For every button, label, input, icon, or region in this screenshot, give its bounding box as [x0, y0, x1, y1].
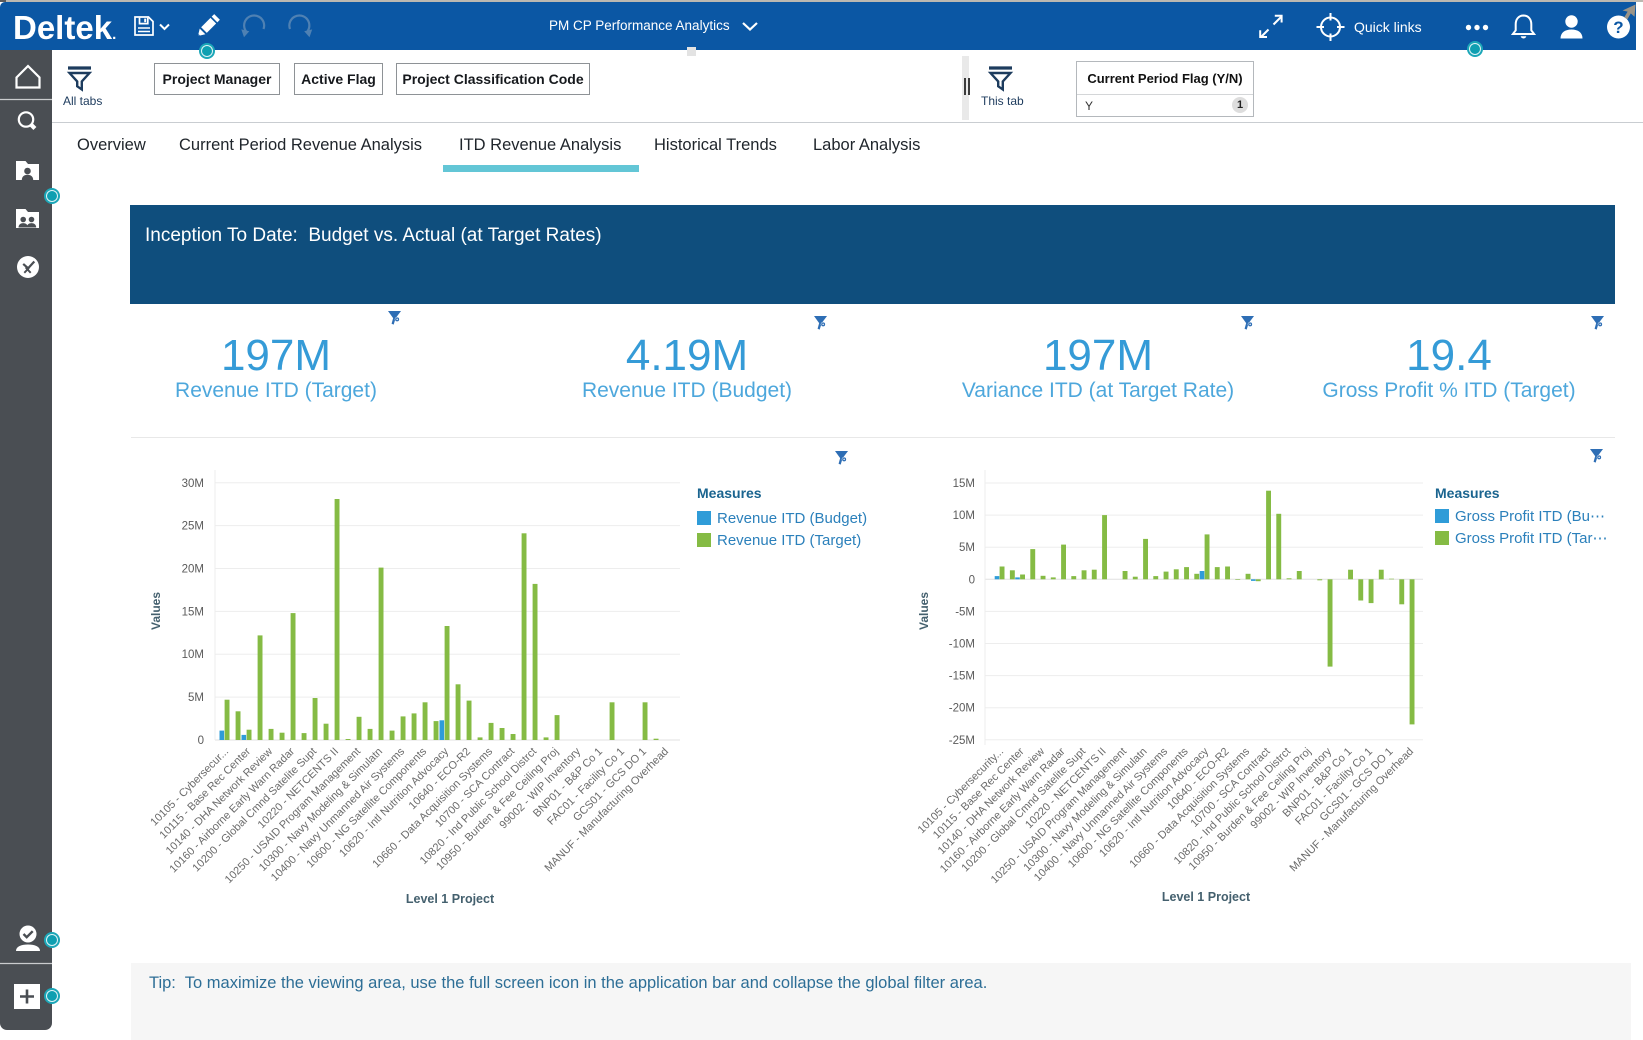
svg-text:?: ? — [1613, 18, 1623, 37]
